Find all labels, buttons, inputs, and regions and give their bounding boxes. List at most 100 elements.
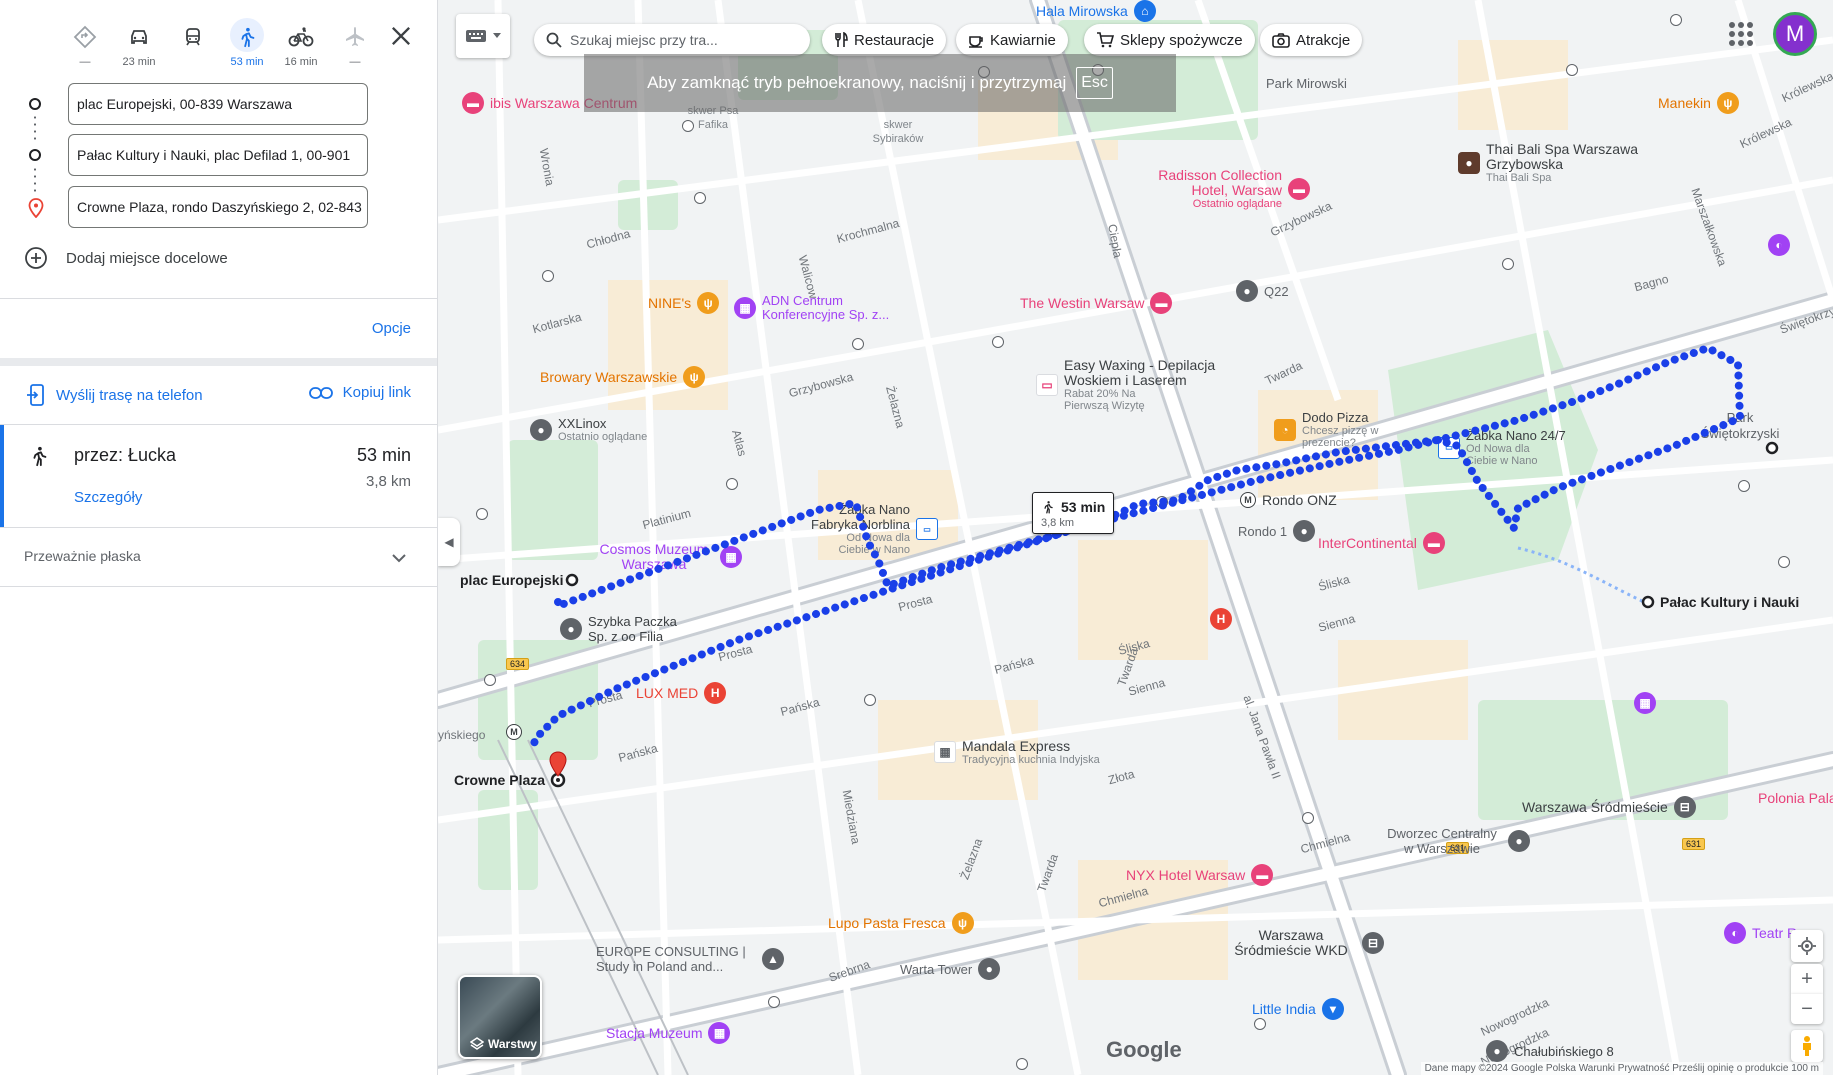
directions-panel: — 23 min 53 min 16 min — plac Europejski… — [0, 0, 438, 1075]
chip-label: Restauracje — [854, 31, 935, 49]
divider — [0, 527, 437, 528]
route-duration: 53 min — [356, 445, 411, 465]
mode-car-time: 23 min — [122, 56, 156, 68]
chip-cafes[interactable]: Kawiarnie — [956, 24, 1068, 56]
destination-pin-icon[interactable] — [549, 751, 567, 777]
layers-button[interactable]: Warstwy — [458, 975, 542, 1059]
mode-flight-time: — — [349, 56, 361, 68]
chip-label: Sklepy spożywcze — [1120, 31, 1243, 49]
start-label: plac Europejski — [460, 572, 564, 588]
add-circle-icon — [25, 247, 47, 269]
route-line — [526, 343, 1745, 754]
link-icon — [308, 386, 333, 399]
street-label: yńskiego — [438, 728, 486, 742]
route-via: przez: Łucka — [74, 445, 177, 465]
mode-bike[interactable]: 16 min — [276, 18, 326, 74]
route-box-duration: 53 min — [1061, 499, 1106, 515]
mode-best-time: — — [79, 56, 91, 68]
waypoint-marker[interactable] — [1765, 441, 1779, 455]
destination-pin-icon — [28, 198, 44, 218]
metro-icon[interactable]: M — [506, 724, 522, 740]
chip-label: Kawiarnie — [990, 31, 1056, 49]
mode-flight[interactable]: — — [330, 18, 380, 74]
route-duration-box[interactable]: 53 min 3,8 km — [1032, 492, 1114, 534]
waypoint-mid-dot — [29, 149, 41, 161]
layers-label: Warstwy — [488, 1037, 537, 1051]
send-to-phone-button[interactable]: Wyślij trasę na telefon — [26, 384, 203, 406]
map-footer: Dane mapy ©2024 Google Polska Warunki Pr… — [1420, 1062, 1823, 1075]
walking-icon — [241, 27, 255, 48]
camera-icon — [1272, 33, 1290, 48]
my-location-button[interactable] — [1791, 930, 1823, 962]
waypoint-connector — [34, 166, 36, 196]
close-icon[interactable] — [387, 22, 415, 50]
mode-best[interactable]: — — [60, 18, 110, 74]
esc-key-badge: Esc — [1076, 67, 1113, 99]
divider — [0, 298, 437, 299]
app-root: — 23 min 53 min 16 min — plac Europejski… — [0, 0, 1833, 1075]
chip-label: Atrakcje — [1296, 31, 1351, 49]
zoom-in-button[interactable]: + — [1791, 964, 1823, 994]
street-view-pegman-button[interactable] — [1791, 1030, 1823, 1062]
map-canvas[interactable]: Wronia Chłodna Krochmalna Walicow Ciepła… — [438, 0, 1833, 1075]
add-destination-label: Dodaj miejsce docelowe — [66, 249, 228, 267]
options-button[interactable]: Opcje — [372, 320, 411, 337]
chip-groceries[interactable]: Sklepy spożywcze — [1084, 24, 1255, 56]
keyboard-toggle-button[interactable] — [456, 14, 510, 58]
shopping-cart-icon — [1097, 32, 1114, 48]
zoom-out-button[interactable]: − — [1791, 994, 1823, 1024]
divider — [0, 586, 437, 587]
mode-transit[interactable] — [168, 18, 218, 74]
layers-icon — [470, 1037, 484, 1050]
avatar[interactable]: M — [1773, 12, 1817, 56]
end-label: Crowne Plaza — [454, 772, 546, 788]
chip-restaurants[interactable]: Restauracje — [822, 24, 947, 56]
pegman-icon — [1803, 1036, 1811, 1056]
keyboard-icon — [466, 30, 486, 42]
search-along-route-input[interactable]: Szukaj miejsc przy tra... — [534, 24, 810, 56]
route-option[interactable]: przez: Łucka 53 min 3,8 km Szczegóły — [0, 425, 437, 527]
walking-icon — [1044, 501, 1053, 514]
route-overlay — [526, 343, 1779, 788]
plus-icon: + — [1801, 967, 1813, 990]
mode-car[interactable]: 23 min — [114, 18, 164, 74]
route-details-link[interactable]: Szczegóły — [74, 489, 142, 506]
waypoint-mid-input[interactable]: Pałac Kultury i Nauki, plac Defilad 1, 0… — [68, 134, 368, 176]
mode-bike-time: 16 min — [284, 56, 318, 68]
bicycle-icon — [288, 27, 314, 47]
route-distance: 3,8 km — [365, 473, 411, 490]
send-to-phone-icon — [27, 384, 44, 406]
minus-icon: − — [1801, 997, 1813, 1020]
mode-transit-time — [168, 56, 218, 68]
waypoint-start-input[interactable]: plac Europejski, 00-839 Warszawa — [68, 83, 368, 125]
coffee-icon — [969, 36, 983, 48]
waypoint-start-dot — [29, 98, 41, 110]
add-destination-button[interactable]: Dodaj miejsce docelowe — [24, 246, 228, 270]
copy-link-button[interactable]: Kopiuj link — [308, 384, 411, 401]
start-marker[interactable] — [565, 573, 579, 587]
train-icon — [186, 28, 200, 46]
waypoint-label: Pałac Kultury i Nauki — [1660, 594, 1800, 610]
car-icon — [131, 30, 147, 44]
send-to-phone-label: Wyślij trasę na telefon — [56, 386, 203, 404]
divider — [0, 358, 437, 366]
chip-attractions[interactable]: Atrakcje — [1260, 24, 1363, 56]
fullscreen-notice-text: Aby zamknąć tryb pełnoekranowy, naciśnij… — [647, 73, 1067, 92]
search-icon — [546, 32, 562, 48]
apps-grid-icon[interactable] — [1729, 22, 1753, 46]
waypoint-marker[interactable] — [1641, 595, 1655, 609]
walking-icon — [33, 446, 47, 467]
walk-connector-line — [1517, 546, 1645, 604]
chevron-left-icon: ◀ — [444, 535, 454, 549]
airplane-icon — [346, 27, 364, 46]
my-location-icon — [1798, 937, 1816, 955]
waypoint-end-input[interactable]: Crowne Plaza, rondo Daszyńskiego 2, 02-8… — [68, 186, 368, 228]
collapse-panel-button[interactable]: ◀ — [438, 518, 460, 566]
mode-walk[interactable]: 53 min — [222, 18, 272, 74]
mode-walk-time: 53 min — [230, 56, 264, 68]
terrain-note: Przeważnie płaska — [24, 548, 141, 564]
search-placeholder: Szukaj miejsc przy tra... — [570, 32, 718, 48]
directions-diamond-icon — [73, 25, 97, 49]
chevron-down-icon[interactable] — [387, 546, 411, 570]
waypoint-connector — [34, 114, 36, 144]
